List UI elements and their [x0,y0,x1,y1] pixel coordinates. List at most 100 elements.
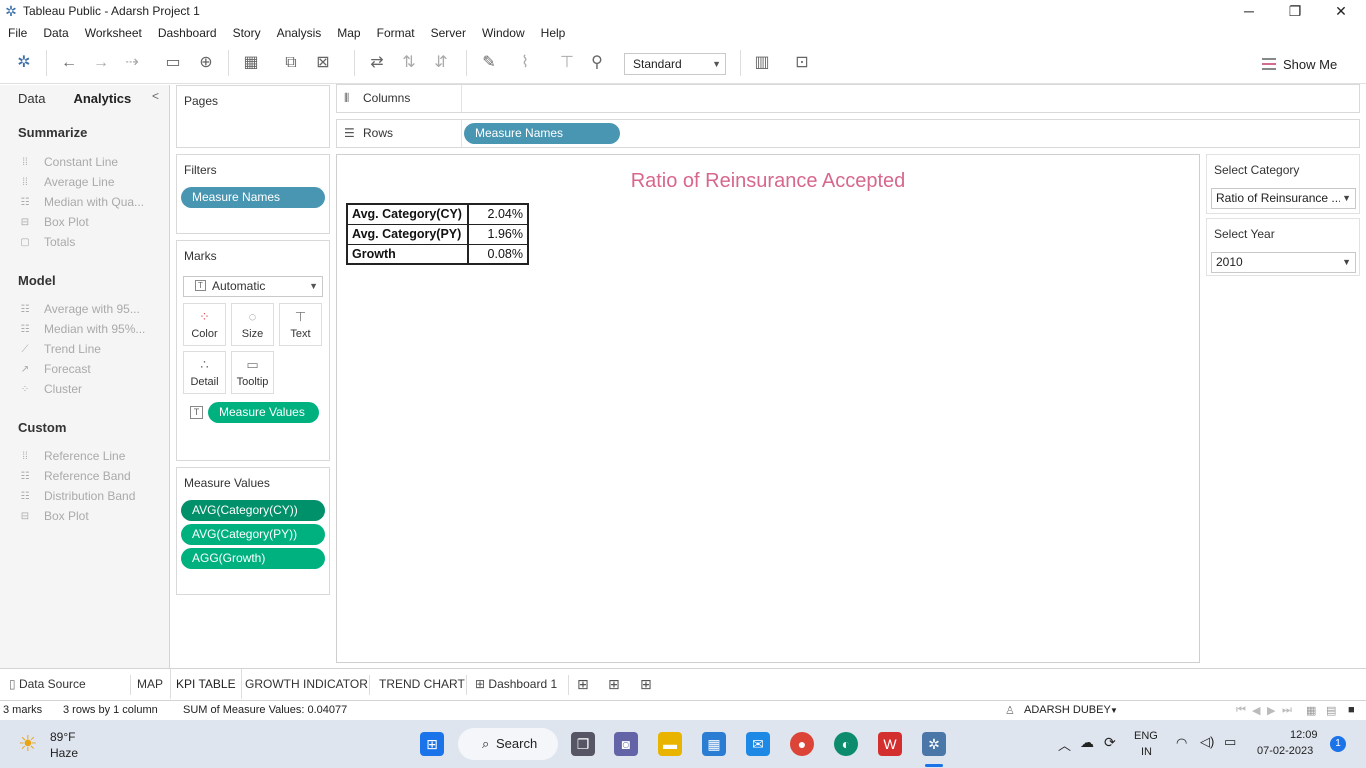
menu-window[interactable]: Window [474,26,533,40]
weather-condition[interactable]: Haze [50,746,78,760]
language-region[interactable]: IN [1141,746,1152,758]
chevron-down-icon[interactable]: ▼ [1110,706,1118,715]
show-mark-labels-icon[interactable]: ⊤ [556,52,578,74]
table-row[interactable]: Avg. Category(PY) 1.96% [346,223,529,245]
start-windows-icon[interactable]: ⊞ [420,732,444,756]
table-row[interactable]: Growth 0.08% [346,243,529,265]
last-sheet-icon[interactable]: ⏭ [1282,704,1292,717]
teams-chat-icon[interactable]: ◙ [614,732,638,756]
first-sheet-icon[interactable]: ⏮ [1236,704,1246,717]
next-sheet-icon[interactable]: ▶ [1267,704,1275,717]
analytics-item-reference-band[interactable]: ☷ Reference Band [18,466,169,486]
redo-icon[interactable]: → [90,52,112,74]
maximize-button[interactable]: ❐ [1272,0,1318,22]
analytics-item-cluster[interactable]: ⁘ Cluster [18,379,169,399]
menu-worksheet[interactable]: Worksheet [77,26,150,40]
tab-dashboard-1[interactable]: ⊞ Dashboard 1 [475,669,557,700]
language-code[interactable]: ENG [1134,730,1158,742]
mail-icon[interactable]: ✉ [746,732,770,756]
edge-icon[interactable]: ◐ [834,732,858,756]
analytics-item-forecast[interactable]: ↗ Forecast [18,359,169,379]
analytics-item-average-95[interactable]: ☷ Average with 95... [18,299,169,319]
save-icon[interactable]: ▭ [162,52,184,74]
color-button[interactable]: ⁘ Color [183,303,226,346]
weather-temp[interactable]: 89°F [50,730,75,744]
new-datasource-icon[interactable]: ⊕ [195,52,217,74]
show-cards-icon[interactable]: ▥ [751,52,773,74]
new-dashboard-tab-icon[interactable]: ⊞ [608,669,620,700]
analytics-item-constant-line[interactable]: ⁞⁞ Constant Line [18,152,169,172]
microsoft-store-icon[interactable]: ▦ [702,732,726,756]
tab-data-source[interactable]: ▯ Data Source [9,669,86,700]
analytics-item-box-plot[interactable]: ⊟ Box Plot [18,212,169,232]
filter-pill-measure-names[interactable]: Measure Names [181,187,325,208]
tooltip-button[interactable]: ▭ Tooltip [231,351,274,394]
new-story-tab-icon[interactable]: ⊞ [640,669,652,700]
detail-button[interactable]: ∴ Detail [183,351,226,394]
clock-date[interactable]: 07-02-2023 [1257,745,1313,757]
battery-icon[interactable]: ▭ [1224,734,1236,750]
presentation-mode-icon[interactable]: ⊡ [791,52,813,74]
analytics-item-average-line[interactable]: ⁞⁞ Average Line [18,172,169,192]
menu-file[interactable]: File [0,26,35,40]
analytics-item-box-plot-custom[interactable]: ⊟ Box Plot [18,506,169,526]
rows-pill-measure-names[interactable]: Measure Names [464,123,620,144]
table-row[interactable]: Avg. Category(CY) 2.04% [346,203,529,225]
sync-icon[interactable]: ⟳ [1104,734,1116,751]
tableau-home-icon[interactable]: ✲ [13,52,35,74]
menu-server[interactable]: Server [423,26,474,40]
tab-growth-indicator[interactable]: GROWTH INDICATOR [245,669,368,700]
duplicate-sheet-icon[interactable]: ⧉ [280,52,302,74]
highlight-icon[interactable]: ✎ [478,52,500,74]
tableau-public-taskbar-icon[interactable]: ✲ [922,732,946,756]
menu-dashboard[interactable]: Dashboard [150,26,225,40]
show-filmstrip-icon[interactable]: ▦ [1306,704,1316,717]
columns-shelf[interactable]: ⦀ Columns [336,84,1360,113]
measure-pill-avg-category-cy[interactable]: AVG(Category(CY)) [181,500,325,521]
file-explorer-icon[interactable]: ▬ [658,732,682,756]
menu-analysis[interactable]: Analysis [269,26,330,40]
replay-icon[interactable]: ⇢ [121,52,143,74]
chrome-icon[interactable]: ● [790,732,814,756]
show-sheet-sorter-icon[interactable]: ▤ [1326,704,1336,717]
analytics-item-trend-line[interactable]: ⟋ Trend Line [18,339,169,359]
tab-kpi-table[interactable]: KPI TABLE [170,669,242,700]
clear-sheet-icon[interactable]: ⊠ [312,52,334,74]
fix-axes-icon[interactable]: ⚲ [586,52,608,74]
analytics-item-reference-line[interactable]: ⁞⁞ Reference Line [18,446,169,466]
user-name[interactable]: ADARSH DUBEY [1024,704,1111,716]
group-members-icon[interactable]: ⌇ [514,52,536,74]
minimize-button[interactable]: ─ [1226,0,1272,22]
notification-badge[interactable]: 1 [1330,736,1346,752]
taskbar-search[interactable]: ⌕ Search [458,728,558,760]
size-button[interactable]: ◌ Size [231,303,274,346]
menu-story[interactable]: Story [225,26,269,40]
select-year-dropdown[interactable]: 2010 ▼ [1211,252,1356,273]
tab-data[interactable]: Data [0,91,45,106]
mark-type-select[interactable]: T Automatic ▼ [183,276,323,297]
new-worksheet-tab-icon[interactable]: ⊞ [577,669,589,700]
swap-rows-columns-icon[interactable]: ⇄ [366,52,388,74]
measure-pill-avg-category-py[interactable]: AVG(Category(PY)) [181,524,325,545]
analytics-item-totals[interactable]: ▢ Totals [18,232,169,252]
show-me-button[interactable]: Show Me [1262,54,1337,74]
show-tabs-icon[interactable]: ■ [1348,704,1355,716]
measure-pill-agg-growth[interactable]: AGG(Growth) [181,548,325,569]
weather-icon[interactable]: ☀ [18,731,38,757]
analytics-item-median-quartiles[interactable]: ☷ Median with Qua... [18,192,169,212]
menu-map[interactable]: Map [329,26,368,40]
onedrive-icon[interactable]: ☁ [1080,734,1094,751]
wifi-icon[interactable]: ◠ [1176,735,1187,751]
show-hidden-icons-icon[interactable]: ︿ [1058,735,1071,754]
menu-format[interactable]: Format [369,26,423,40]
menu-data[interactable]: Data [35,26,76,40]
tab-analytics[interactable]: Analytics [45,91,131,106]
analytics-item-median-95[interactable]: ☷ Median with 95%... [18,319,169,339]
pages-card[interactable]: Pages [176,85,330,148]
prev-sheet-icon[interactable]: ◀ [1252,704,1260,717]
sort-ascending-icon[interactable]: ⇅ [398,52,420,74]
text-button[interactable]: ⊤ Text [279,303,322,346]
tab-map[interactable]: MAP [137,669,163,700]
clock-time[interactable]: 12:09 [1290,729,1318,741]
collapse-pane-icon[interactable]: < [152,89,159,103]
